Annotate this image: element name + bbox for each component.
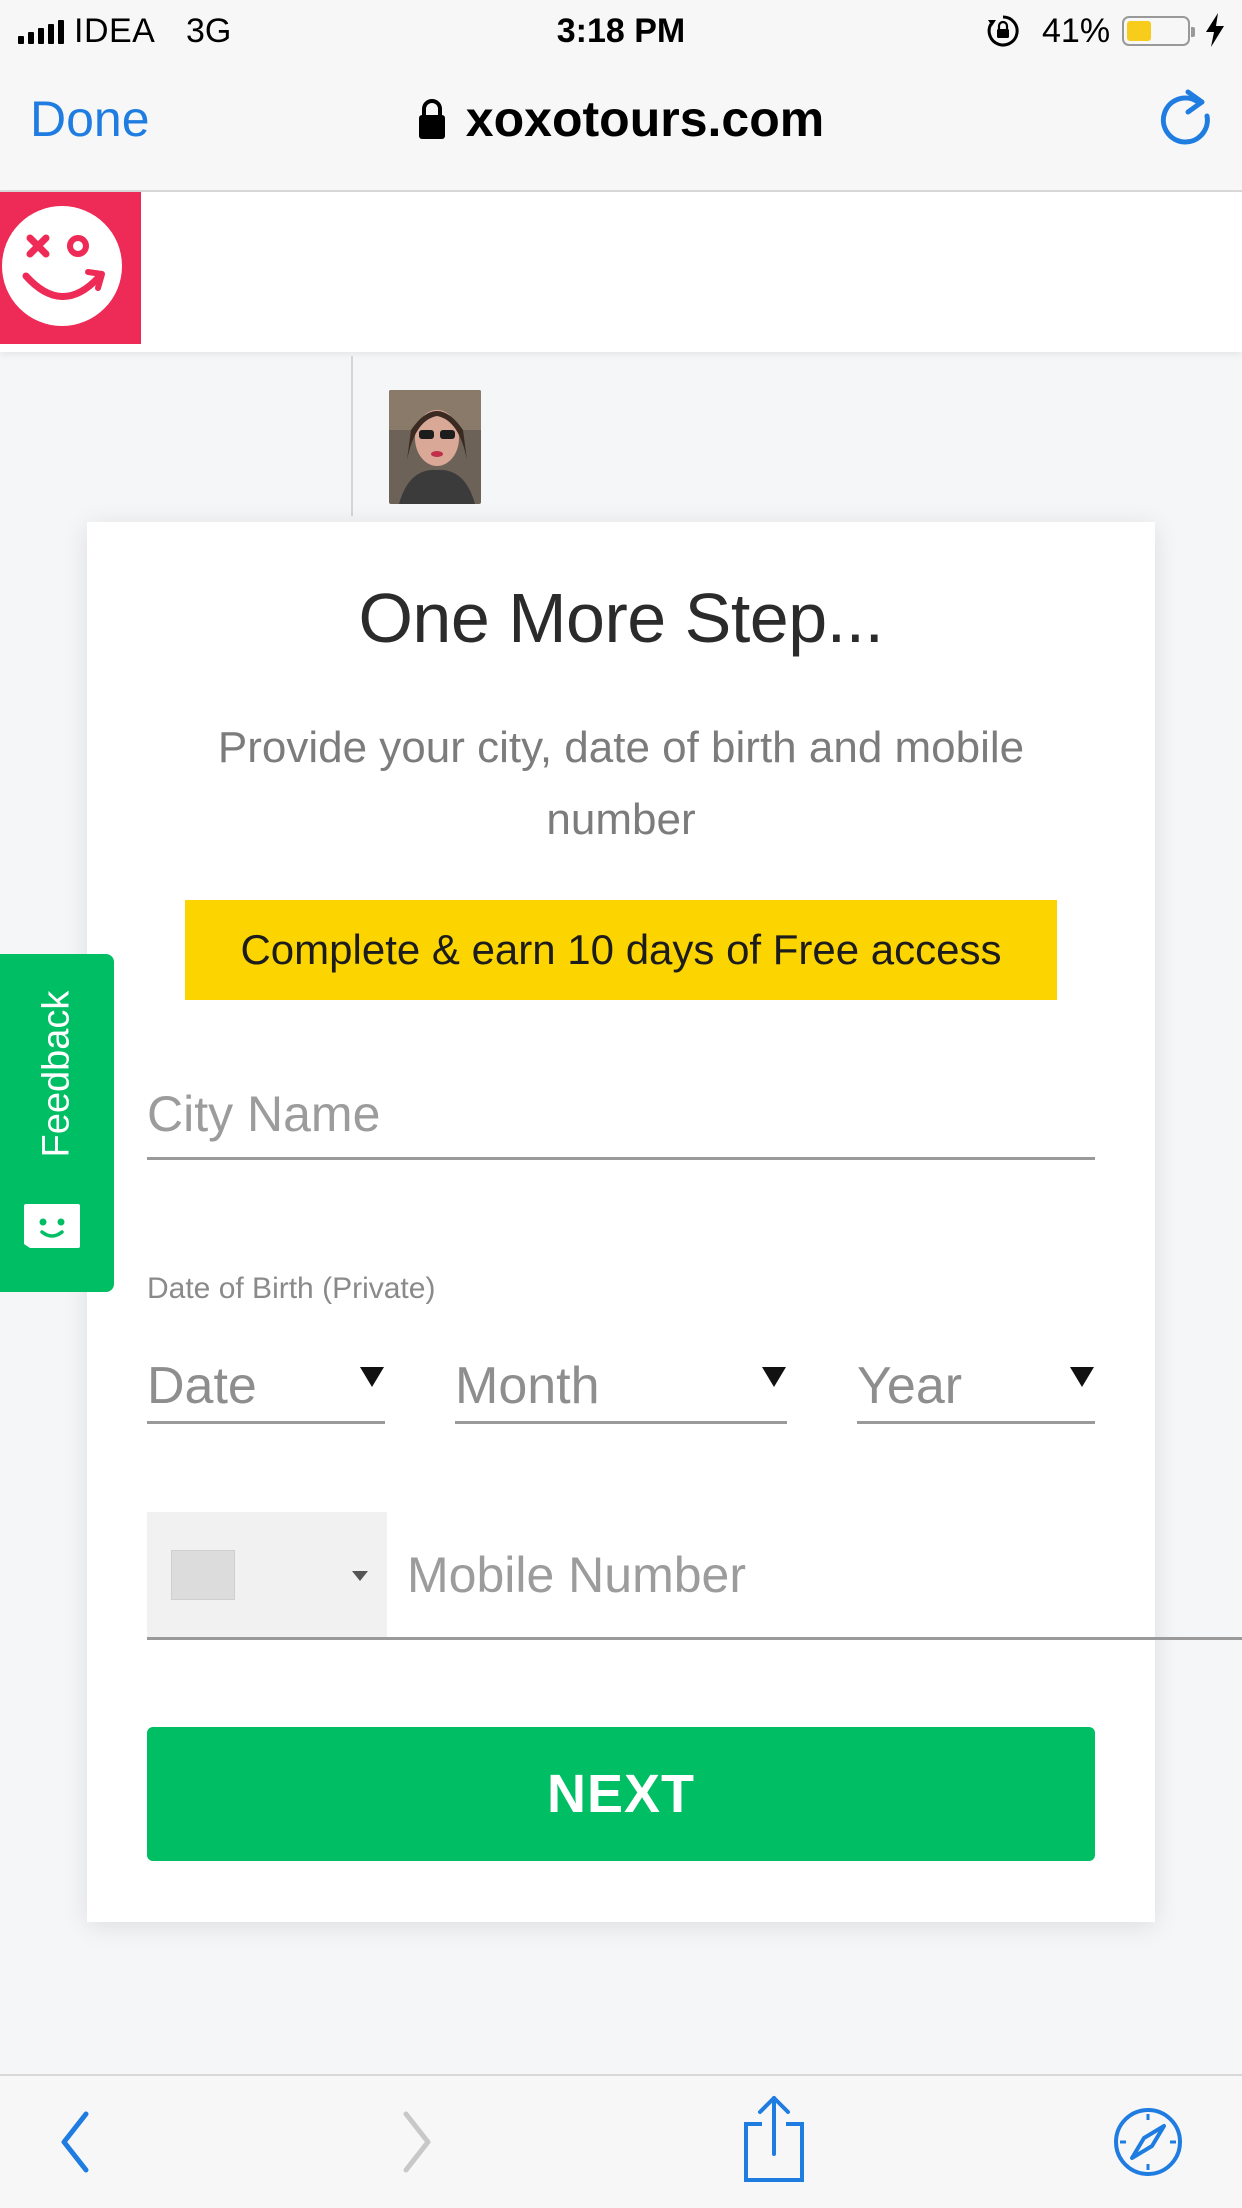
dob-label: Date of Birth (Private) <box>147 1272 436 1305</box>
country-flag-icon <box>171 1550 235 1600</box>
url-field[interactable]: xoxotours.com <box>0 90 1242 148</box>
compass-icon[interactable] <box>1112 2106 1184 2178</box>
forward-icon[interactable] <box>396 2102 436 2182</box>
next-button[interactable]: NEXT <box>147 1727 1095 1861</box>
background-divider <box>351 356 353 516</box>
xoxo-smiley-logo <box>2 206 122 326</box>
country-code-select[interactable] <box>147 1512 387 1637</box>
feedback-label: Feedback <box>35 990 78 1158</box>
status-bar: IDEA 3G 3:18 PM 41% <box>0 0 1242 62</box>
feedback-smiley-icon <box>24 1204 80 1248</box>
feedback-tab[interactable]: Feedback <box>0 954 114 1292</box>
profile-photo-thumbnail[interactable] <box>389 390 481 504</box>
mobile-number-input[interactable] <box>407 1512 1107 1637</box>
charging-bolt-icon <box>1206 13 1224 47</box>
reload-icon[interactable] <box>1158 88 1214 148</box>
modal-title: One More Step... <box>358 579 884 657</box>
url-text: xoxotours.com <box>465 91 825 147</box>
site-header <box>0 192 1242 352</box>
battery-percent: 41% <box>1042 12 1111 50</box>
country-dropdown-icon <box>352 1571 368 1581</box>
padlock-icon <box>418 98 445 139</box>
month-select-value: Month <box>455 1357 600 1415</box>
battery-icon <box>1122 16 1195 46</box>
year-dropdown-icon <box>1070 1367 1094 1387</box>
month-select[interactable]: Month <box>455 1328 787 1424</box>
share-icon[interactable] <box>740 2094 808 2184</box>
date-select[interactable]: Date <box>147 1328 385 1424</box>
browser-address-bar: Done xoxotours.com <box>0 62 1242 192</box>
date-dropdown-icon <box>360 1367 384 1387</box>
city-name-input[interactable] <box>147 1070 1095 1160</box>
promo-banner: Complete & earn 10 days of Free access <box>185 900 1057 1000</box>
site-logo[interactable] <box>0 192 141 344</box>
year-select[interactable]: Year <box>857 1328 1095 1424</box>
year-select-value: Year <box>857 1357 963 1415</box>
orientation-lock-icon <box>987 15 1019 47</box>
modal-subtitle: Provide your city, date of birth and mob… <box>217 723 1025 844</box>
browser-toolbar <box>0 2074 1242 2208</box>
signup-step-modal: One More Step... Provide your city, date… <box>87 522 1242 1922</box>
mobile-number-row <box>147 1512 1242 1640</box>
back-icon[interactable] <box>56 2102 96 2182</box>
month-dropdown-icon <box>762 1367 786 1387</box>
date-select-value: Date <box>147 1357 257 1415</box>
